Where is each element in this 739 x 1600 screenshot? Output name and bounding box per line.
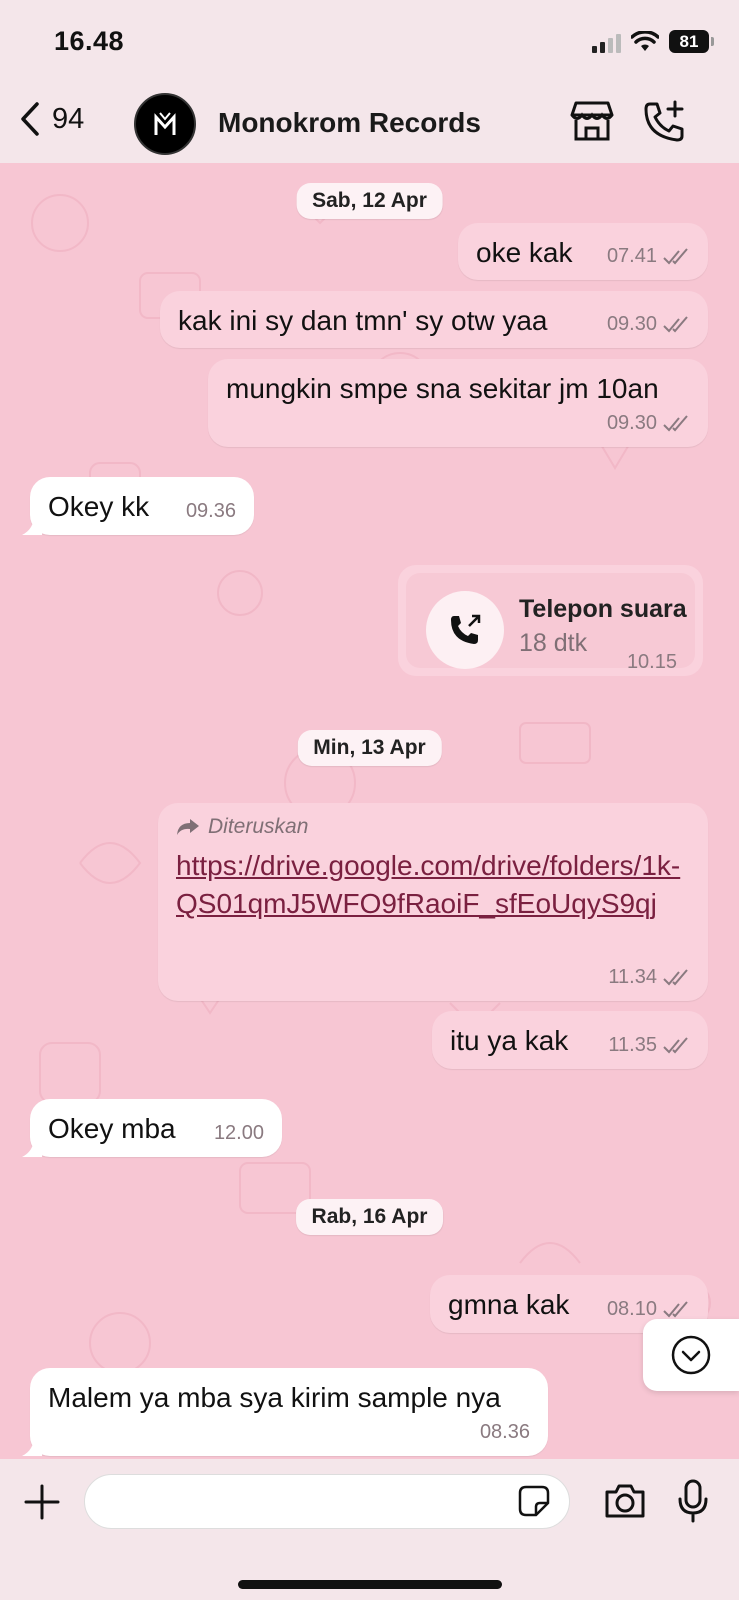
message-meta: 11.35 bbox=[608, 1034, 690, 1057]
forwarded-label: Diteruskan bbox=[176, 815, 308, 839]
call-duration: 18 dtk bbox=[519, 629, 588, 657]
message-time: 09.30 bbox=[606, 412, 657, 434]
home-indicator bbox=[238, 1580, 502, 1589]
date-separator: Rab, 16 Apr bbox=[295, 1199, 444, 1235]
message-outgoing[interactable]: kak ini sy dan tmn' sy otw yaa 09.30 bbox=[160, 291, 708, 348]
message-text: itu ya kak bbox=[450, 1025, 569, 1056]
message-time: 12.00 bbox=[213, 1122, 264, 1144]
call-title: Telepon suara bbox=[519, 595, 687, 623]
battery-indicator: 81 bbox=[669, 30, 714, 53]
logo-mark bbox=[154, 112, 176, 135]
phone-icon bbox=[451, 614, 481, 644]
message-text: Okey kk bbox=[48, 491, 150, 522]
bubble-tail bbox=[22, 515, 42, 535]
input-bar bbox=[0, 1459, 739, 1600]
message-incoming[interactable]: Malem ya mba sya kirim sample nya 08.36 bbox=[22, 1368, 548, 1456]
store-icon bbox=[570, 101, 614, 141]
message-meta: 09.30 bbox=[607, 412, 690, 435]
message-outgoing[interactable]: mungkin smpe sna sekitar jm 10an 09.30 bbox=[208, 359, 708, 447]
contact-name[interactable]: Monokrom Records bbox=[218, 107, 481, 139]
message-text: Okey mba bbox=[48, 1113, 176, 1144]
message-outgoing[interactable]: itu ya kak 11.35 bbox=[432, 1011, 708, 1069]
message-time: 07.41 bbox=[606, 245, 657, 267]
message-incoming[interactable]: Okey kk 09.36 bbox=[22, 477, 254, 535]
message-incoming[interactable]: Okey mba 12.00 bbox=[22, 1099, 282, 1157]
chat-area[interactable]: Sab, 12 Apr oke kak 07.41 kak ini sy dan… bbox=[0, 163, 739, 1459]
forward-arrow-icon bbox=[177, 819, 199, 835]
message-input[interactable] bbox=[84, 1474, 570, 1529]
add-call-button[interactable] bbox=[642, 100, 686, 149]
message-text: mungkin smpe sna sekitar jm 10an bbox=[226, 373, 659, 404]
double-check-icon bbox=[663, 968, 688, 985]
signal-icon bbox=[592, 31, 621, 53]
date-separator: Sab, 12 Apr bbox=[296, 183, 443, 219]
message-time: 08.36 bbox=[479, 1421, 530, 1443]
sticker-icon bbox=[518, 1485, 550, 1517]
bubble-tail bbox=[22, 1137, 42, 1157]
message-link[interactable]: https://drive.google.com/drive/folders/1… bbox=[176, 847, 696, 923]
date-separator: Min, 13 Apr bbox=[297, 730, 442, 766]
forwarded-text: Diteruskan bbox=[208, 815, 309, 838]
camera-button[interactable] bbox=[604, 1483, 646, 1524]
message-text: gmna kak bbox=[448, 1289, 570, 1320]
voice-call-card[interactable]: Telepon suara 18 dtk 10.15 bbox=[398, 565, 703, 676]
message-time: 08.10 bbox=[606, 1298, 657, 1320]
message-time: 10.15 bbox=[626, 651, 677, 673]
add-call-icon bbox=[644, 100, 684, 142]
store-button[interactable] bbox=[570, 100, 614, 147]
message-outgoing[interactable]: oke kak 07.41 bbox=[458, 223, 708, 280]
scroll-to-bottom-button[interactable] bbox=[643, 1319, 739, 1391]
chevron-down-icon bbox=[671, 1335, 711, 1375]
mic-button[interactable] bbox=[678, 1479, 708, 1528]
top-bar: 16.48 81 94 Monokrom Records bbox=[0, 0, 739, 163]
message-text: Malem ya mba sya kirim sample nya bbox=[48, 1382, 501, 1413]
back-button[interactable]: 94 bbox=[20, 102, 84, 136]
message-time: 09.36 bbox=[185, 500, 236, 522]
call-icon-circle bbox=[426, 591, 504, 669]
message-forwarded[interactable]: Diteruskan https://drive.google.com/driv… bbox=[158, 803, 708, 1001]
double-check-icon bbox=[663, 247, 688, 264]
back-chevron-icon bbox=[21, 102, 39, 136]
voice-call-inner: Telepon suara 18 dtk 10.15 bbox=[406, 573, 695, 673]
sticker-button[interactable] bbox=[518, 1485, 550, 1522]
message-meta: 11.34 bbox=[608, 966, 690, 989]
status-icons: 81 bbox=[592, 30, 714, 53]
wifi-icon bbox=[631, 30, 659, 51]
message-meta: 07.41 bbox=[607, 245, 690, 268]
message-time: 11.34 bbox=[608, 966, 657, 988]
back-unread-count: 94 bbox=[52, 102, 85, 135]
plus-icon bbox=[24, 1484, 60, 1520]
message-time: 09.30 bbox=[606, 313, 657, 335]
message-time: 11.35 bbox=[608, 1034, 657, 1056]
double-check-icon bbox=[663, 414, 688, 431]
status-time: 16.48 bbox=[54, 26, 125, 56]
double-check-icon bbox=[663, 1300, 688, 1317]
attach-button[interactable] bbox=[24, 1484, 60, 1525]
double-check-icon bbox=[663, 315, 688, 332]
bubble-tail bbox=[22, 1436, 42, 1456]
message-text: kak ini sy dan tmn' sy otw yaa bbox=[178, 305, 548, 336]
avatar[interactable] bbox=[134, 93, 196, 155]
mic-icon bbox=[678, 1479, 708, 1523]
double-check-icon bbox=[663, 1036, 688, 1053]
message-meta: 09.30 bbox=[607, 313, 690, 336]
message-meta: 08.10 bbox=[607, 1298, 690, 1321]
message-text: oke kak bbox=[476, 237, 573, 268]
camera-icon bbox=[605, 1484, 645, 1518]
